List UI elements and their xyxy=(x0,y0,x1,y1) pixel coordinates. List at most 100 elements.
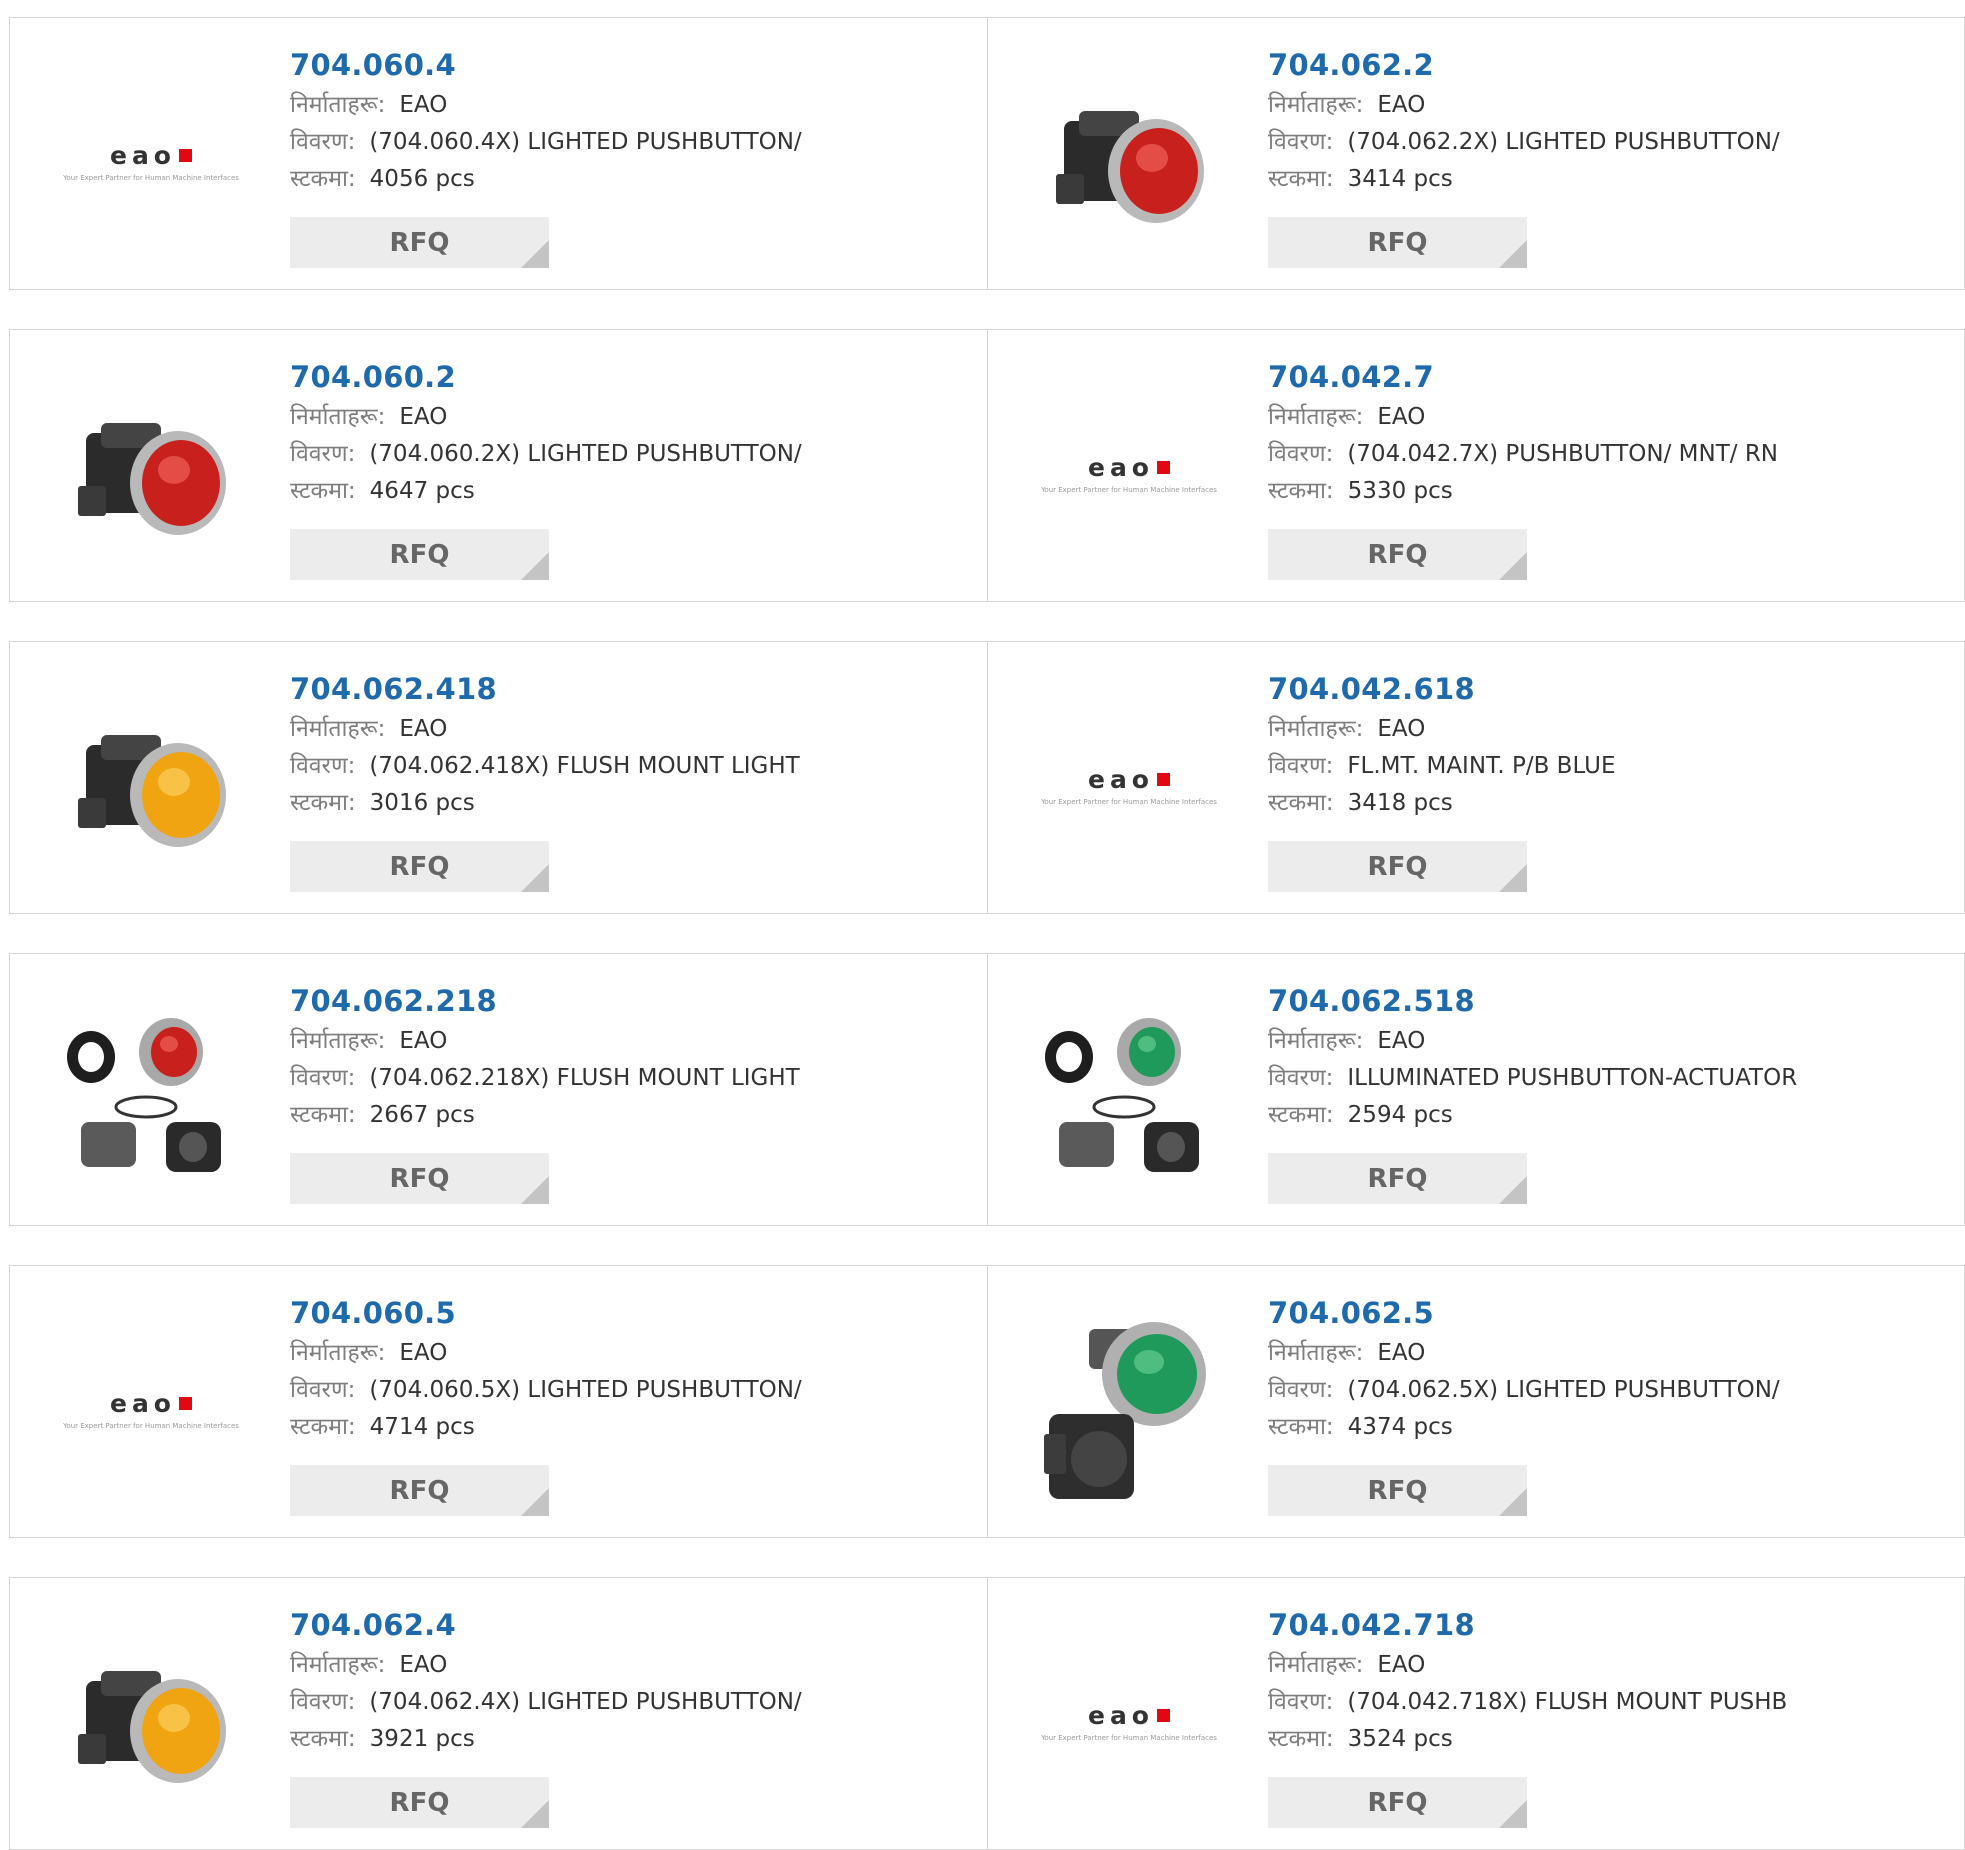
rfq-button[interactable]: RFQ xyxy=(1268,1465,1527,1516)
logo-tagline: Your Expert Partner for Human Machine In… xyxy=(63,173,239,182)
product-part-number-link[interactable]: 704.060.5 xyxy=(290,1294,802,1332)
product-part-number-link[interactable]: 704.062.4 xyxy=(290,1606,802,1644)
product-part-number-link[interactable]: 704.042.718 xyxy=(1268,1606,1787,1644)
description-label: विवरण: xyxy=(290,441,356,467)
product-info: 704.062.2 निर्माताहरू: EAO विवरण: (704.062.2… xyxy=(1268,46,1780,198)
product-part-number-link[interactable]: 704.060.4 xyxy=(290,46,802,84)
logo-square-icon xyxy=(1157,460,1170,474)
rfq-label: RFQ xyxy=(1367,851,1428,882)
pushbutton-image xyxy=(1056,111,1204,223)
stock-label: स्टकमा: xyxy=(290,166,356,192)
product-info: 704.060.4 निर्माताहरू: EAO विवरण: (704.060.4… xyxy=(290,46,802,198)
logo-tagline: Your Expert Partner for Human Machine In… xyxy=(63,1421,239,1430)
product-part-number-link[interactable]: 704.042.618 xyxy=(1268,670,1616,708)
rfq-label: RFQ xyxy=(389,1475,450,1506)
product-thumbnail[interactable] xyxy=(1028,1308,1230,1510)
description-value: (704.062.418X) FLUSH MOUNT LIGHT xyxy=(369,753,800,779)
eao-logo: eao Your Expert Partner for Human Machine… xyxy=(1028,765,1230,806)
rfq-button[interactable]: RFQ xyxy=(1268,1153,1527,1204)
product-info: 704.062.218 निर्माताहरू: EAO विवरण: (704.062… xyxy=(290,982,800,1134)
product-thumbnail[interactable] xyxy=(50,1620,252,1822)
logo-square-icon xyxy=(1157,772,1170,786)
manufacturer-row: निर्माताहरू: EAO xyxy=(290,1023,800,1060)
product-info: 704.042.7 निर्माताहरू: EAO विवरण: (704.042.7… xyxy=(1268,358,1778,510)
manufacturer-value: EAO xyxy=(1377,1340,1426,1366)
product-thumbnail[interactable]: eao Your Expert Partner for Human Machine… xyxy=(1028,372,1230,574)
stock-label: स्टकमा: xyxy=(290,1414,356,1440)
rfq-button[interactable]: RFQ xyxy=(1268,1777,1527,1828)
manufacturer-row: निर्माताहरू: EAO xyxy=(1268,1023,1797,1060)
description-value: (704.062.2X) LIGHTED PUSHBUTTON/ xyxy=(1347,129,1780,155)
product-part-number-link[interactable]: 704.062.2 xyxy=(1268,46,1780,84)
manufacturer-label: निर्माताहरू: xyxy=(290,92,386,118)
product-part-number-link[interactable]: 704.062.218 xyxy=(290,982,800,1020)
manufacturer-row: निर्माताहरू: EAO xyxy=(1268,1335,1780,1372)
stock-row: स्टकमा: 3524 pcs xyxy=(1268,1721,1787,1758)
stock-value: 3921 pcs xyxy=(369,1726,475,1752)
logo-word: eao xyxy=(1087,1700,1154,1730)
rfq-label: RFQ xyxy=(389,227,450,258)
description-label: विवरण: xyxy=(290,1377,356,1403)
rfq-corner-icon xyxy=(1499,1488,1527,1516)
rfq-button[interactable]: RFQ xyxy=(290,1465,549,1516)
manufacturer-row: निर्माताहरू: EAO xyxy=(290,87,802,124)
product-part-number-link[interactable]: 704.062.418 xyxy=(290,670,800,708)
product-part-number-link[interactable]: 704.062.518 xyxy=(1268,982,1797,1020)
description-label: विवरण: xyxy=(290,1065,356,1091)
description-row: विवरण: ILLUMINATED PUSHBUTTON-ACTUATOR xyxy=(1268,1060,1797,1097)
description-label: विवरण: xyxy=(290,129,356,155)
stock-row: स्टकमा: 3418 pcs xyxy=(1268,785,1616,822)
product-part-number-link[interactable]: 704.042.7 xyxy=(1268,358,1778,396)
product-thumbnail[interactable] xyxy=(1028,60,1230,262)
manufacturer-value: EAO xyxy=(399,1652,448,1678)
manufacturer-label: निर्माताहरू: xyxy=(290,404,386,430)
pushbutton-image xyxy=(78,423,226,535)
stock-value: 2667 pcs xyxy=(369,1102,475,1128)
manufacturer-value: EAO xyxy=(399,404,448,430)
stock-row: स्टकमा: 2667 pcs xyxy=(290,1097,800,1134)
product-thumbnail[interactable]: eao Your Expert Partner for Human Machine… xyxy=(1028,684,1230,886)
product-thumbnail[interactable]: eao Your Expert Partner for Human Machine… xyxy=(50,1308,252,1510)
rfq-label: RFQ xyxy=(1367,539,1428,570)
product-thumbnail[interactable]: eao Your Expert Partner for Human Machine… xyxy=(50,60,252,262)
product-card: 704.062.5 निर्माताहरू: EAO विवरण: (704.062.5… xyxy=(987,1266,1965,1537)
manufacturer-value: EAO xyxy=(1377,1028,1426,1054)
logo-square-icon xyxy=(1157,1708,1170,1722)
rfq-corner-icon xyxy=(1499,552,1527,580)
product-thumbnail[interactable] xyxy=(50,684,252,886)
stock-value: 4647 pcs xyxy=(369,478,475,504)
description-value: (704.062.5X) LIGHTED PUSHBUTTON/ xyxy=(1347,1377,1780,1403)
product-thumbnail[interactable] xyxy=(50,996,252,1198)
rfq-button[interactable]: RFQ xyxy=(290,1777,549,1828)
description-label: विवरण: xyxy=(1268,753,1334,779)
rfq-button[interactable]: RFQ xyxy=(290,529,549,580)
stock-row: स्टकमा: 5330 pcs xyxy=(1268,473,1778,510)
stock-value: 4374 pcs xyxy=(1347,1414,1453,1440)
stock-value: 4714 pcs xyxy=(369,1414,475,1440)
manufacturer-value: EAO xyxy=(399,1028,448,1054)
rfq-button[interactable]: RFQ xyxy=(290,841,549,892)
product-thumbnail[interactable]: eao Your Expert Partner for Human Machine… xyxy=(1028,1620,1230,1822)
manufacturer-label: निर्माताहरू: xyxy=(1268,1028,1364,1054)
pushbutton-kit-image xyxy=(67,1018,221,1172)
logo-word: eao xyxy=(109,1388,176,1418)
stock-row: स्टकमा: 3921 pcs xyxy=(290,1721,802,1758)
stock-value: 3414 pcs xyxy=(1347,166,1453,192)
rfq-button[interactable]: RFQ xyxy=(290,217,549,268)
stock-label: स्टकमा: xyxy=(1268,1726,1334,1752)
product-part-number-link[interactable]: 704.062.5 xyxy=(1268,1294,1780,1332)
rfq-button[interactable]: RFQ xyxy=(1268,841,1527,892)
product-thumbnail[interactable] xyxy=(1028,996,1230,1198)
product-part-number-link[interactable]: 704.060.2 xyxy=(290,358,802,396)
logo-square-icon xyxy=(179,1396,192,1410)
stock-value: 2594 pcs xyxy=(1347,1102,1453,1128)
rfq-button[interactable]: RFQ xyxy=(1268,529,1527,580)
stock-label: स्टकमा: xyxy=(1268,1102,1334,1128)
product-thumbnail[interactable] xyxy=(50,372,252,574)
description-value: (704.042.718X) FLUSH MOUNT PUSHB xyxy=(1347,1689,1788,1715)
manufacturer-label: निर्माताहरू: xyxy=(1268,716,1364,742)
rfq-button[interactable]: RFQ xyxy=(290,1153,549,1204)
rfq-label: RFQ xyxy=(389,1163,450,1194)
rfq-button[interactable]: RFQ xyxy=(1268,217,1527,268)
manufacturer-label: निर्माताहरू: xyxy=(1268,92,1364,118)
